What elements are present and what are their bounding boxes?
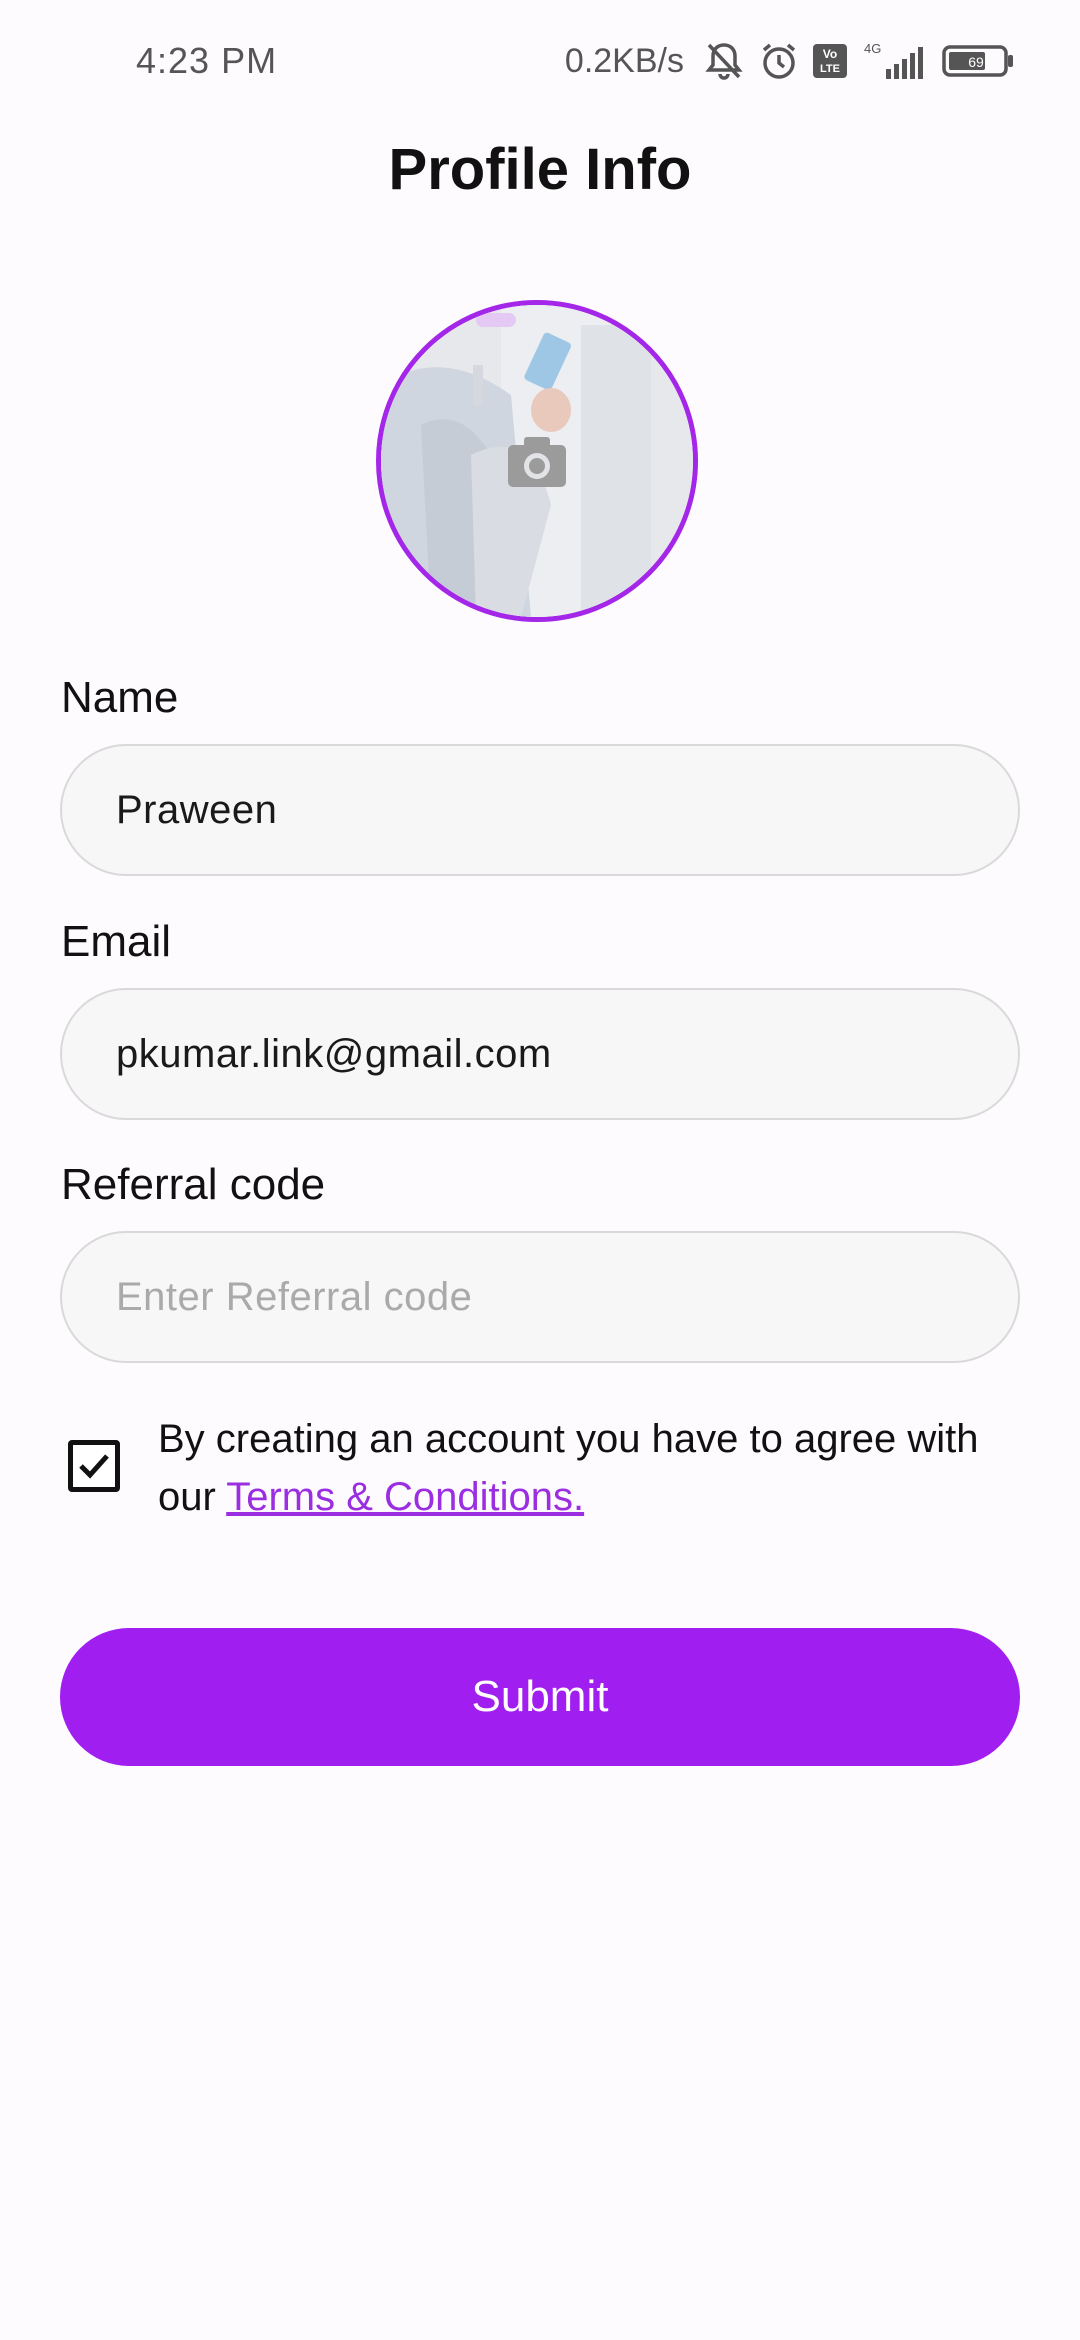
signal-icon: 4G (860, 39, 930, 83)
checkmark-icon (79, 1454, 109, 1479)
status-icons: 0.2KB/s Vo LTE 4G 69 (565, 36, 1016, 86)
referral-input[interactable] (60, 1231, 1020, 1363)
alarm-icon (758, 40, 800, 82)
email-label: Email (61, 917, 172, 966)
terms-checkbox[interactable] (68, 1440, 120, 1492)
camera-icon (508, 437, 566, 487)
svg-text:4G: 4G (864, 41, 881, 56)
name-input[interactable] (60, 744, 1020, 876)
status-time: 4:23 PM (136, 40, 278, 81)
referral-label: Referral code (61, 1160, 326, 1209)
page-title: Profile Info (388, 137, 692, 202)
battery-icon: 69 (942, 41, 1016, 81)
svg-text:69: 69 (968, 54, 984, 70)
volte-icon: Vo LTE (812, 43, 848, 79)
terms-link[interactable]: Terms & Conditions. (226, 1475, 584, 1519)
email-input[interactable] (60, 988, 1020, 1120)
status-bar: 4:23 PM 0.2KB/s Vo LTE 4G 69 (0, 0, 1080, 130)
name-label: Name (61, 673, 179, 722)
terms-text: By creating an account you have to agree… (158, 1410, 1038, 1526)
svg-text:Vo: Vo (823, 47, 837, 61)
svg-text:LTE: LTE (820, 63, 840, 75)
profile-photo-picker[interactable] (376, 300, 698, 622)
silent-bell-icon (702, 39, 746, 83)
net-speed: 0.2KB/s (564, 41, 684, 80)
submit-button[interactable]: Submit (60, 1628, 1020, 1766)
